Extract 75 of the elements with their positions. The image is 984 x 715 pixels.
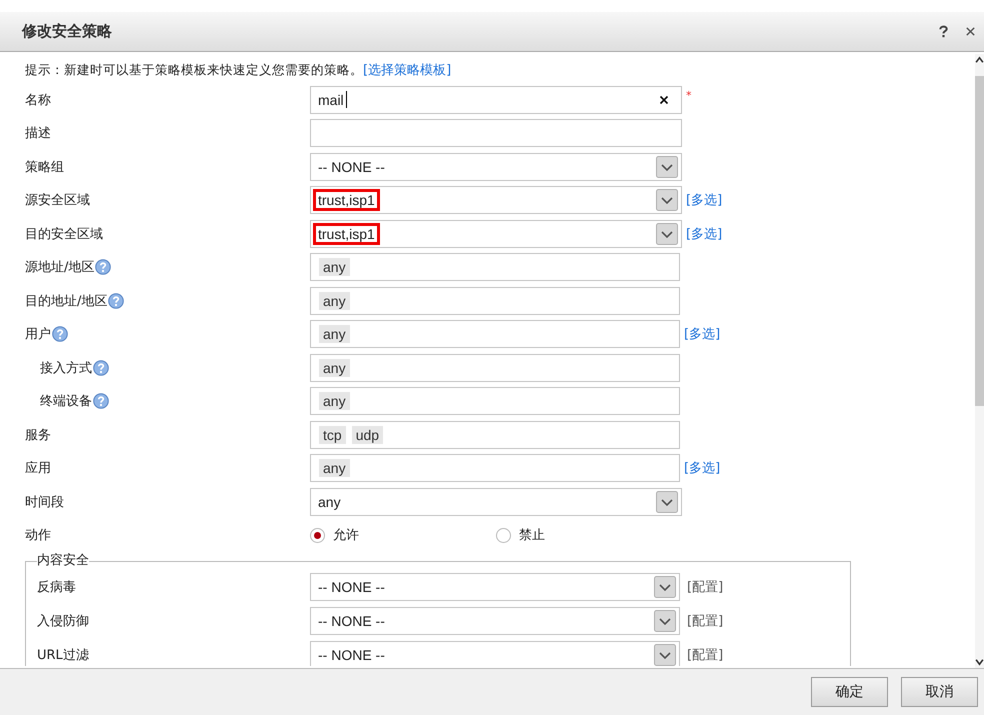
- field-label: 入侵防御: [37, 613, 90, 630]
- dropdown-value: trust,isp1: [316, 226, 377, 242]
- input-field[interactable]: [310, 119, 682, 148]
- scrollbar[interactable]: [975, 54, 984, 668]
- group-legend: 内容安全: [37, 554, 89, 568]
- help-icon[interactable]: [93, 360, 109, 376]
- dropdown[interactable]: trust,isp1: [310, 186, 682, 214]
- field-label: 终端设备: [40, 393, 92, 410]
- required-mark: *: [686, 89, 692, 102]
- help-icon[interactable]: [938, 25, 949, 38]
- tag-field[interactable]: any: [310, 286, 680, 315]
- dropdown[interactable]: -- NONE --: [310, 607, 680, 635]
- config-link[interactable]: [配置]: [687, 646, 724, 664]
- config-link[interactable]: [配置]: [687, 612, 724, 630]
- field-label: 名称: [25, 92, 51, 109]
- radio-button[interactable]: [496, 528, 511, 543]
- radio-label: 允许: [333, 527, 359, 544]
- tag-field[interactable]: any: [310, 320, 680, 348]
- field-label: 目的地址/地区: [25, 292, 108, 310]
- multi-select-link[interactable]: [多选]: [686, 191, 722, 210]
- tag: any: [319, 392, 350, 410]
- help-icon[interactable]: [93, 393, 109, 410]
- dialog-button[interactable]: 确定: [811, 677, 888, 707]
- dropdown-value: -- NONE --: [318, 613, 386, 629]
- dropdown-value: -- NONE --: [318, 579, 386, 595]
- tag: any: [319, 459, 350, 478]
- tag: any: [319, 358, 350, 377]
- window-title: 修改安全策略: [22, 22, 112, 41]
- radio-button[interactable]: [310, 528, 325, 543]
- tag: tcp: [319, 426, 346, 444]
- field-label: 描述: [25, 125, 51, 142]
- field-label: 接入方式: [40, 360, 92, 377]
- dropdown[interactable]: -- NONE --: [310, 573, 680, 601]
- field-label: 时间段: [25, 494, 64, 511]
- tag-field[interactable]: any: [310, 454, 680, 482]
- field-label: 目的安全区域: [25, 226, 103, 243]
- field-label: URL过滤: [37, 647, 90, 664]
- help-icon[interactable]: [108, 292, 124, 309]
- dropdown-value: -- NONE --: [318, 647, 386, 663]
- field-label: 服务: [25, 426, 51, 444]
- help-icon[interactable]: [95, 259, 112, 276]
- config-link[interactable]: [配置]: [687, 578, 724, 596]
- tag: any: [319, 258, 350, 276]
- input-field[interactable]: mail: [310, 86, 682, 114]
- dropdown[interactable]: -- NONE --: [310, 641, 680, 666]
- dropdown-value: -- NONE --: [318, 158, 386, 175]
- multi-select-link[interactable]: [多选]: [686, 224, 722, 243]
- help-icon[interactable]: [52, 326, 68, 342]
- dropdown[interactable]: trust,isp1: [310, 220, 682, 248]
- field-label: 用户: [25, 326, 51, 344]
- field-label: 反病毒: [37, 579, 77, 596]
- close-icon[interactable]: [965, 25, 976, 38]
- field-label: 应用: [25, 460, 51, 478]
- tag-field[interactable]: any: [310, 387, 680, 416]
- tag: udp: [352, 426, 384, 444]
- multi-select-link[interactable]: [多选]: [684, 459, 720, 478]
- multi-select-link[interactable]: [多选]: [684, 325, 720, 344]
- dropdown-value: any: [318, 494, 342, 510]
- dialog-button[interactable]: 取消: [901, 677, 978, 707]
- tag-field[interactable]: any: [310, 253, 680, 282]
- template-link[interactable]: [选择策略模板]: [363, 63, 452, 78]
- dropdown-value: trust,isp1: [316, 192, 377, 208]
- tag: any: [319, 292, 350, 310]
- clear-icon[interactable]: [659, 94, 669, 105]
- field-label: 源地址/地区: [25, 259, 94, 276]
- dropdown[interactable]: -- NONE --: [310, 152, 682, 181]
- field-label: 策略组: [25, 158, 64, 176]
- tag-field[interactable]: tcp udp: [310, 420, 680, 449]
- hint-text: 提示：新建时可以基于策略模板来快速定义您需要的策略。[选择策略模板]: [25, 61, 452, 80]
- field-label: 源安全区域: [25, 192, 90, 210]
- dropdown[interactable]: any: [310, 488, 682, 516]
- radio-label: 禁止: [519, 527, 545, 544]
- field-label: 动作: [25, 527, 51, 544]
- tag: any: [319, 325, 350, 344]
- tag-field[interactable]: any: [310, 354, 680, 382]
